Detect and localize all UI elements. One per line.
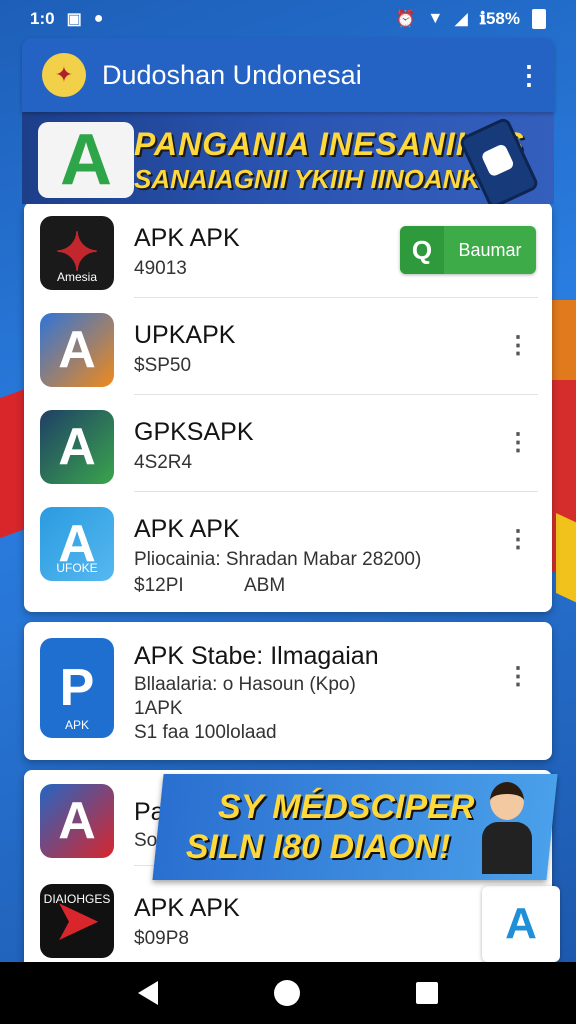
app-description: Pliocainia: Shradan Mabar 28200) [134,549,422,570]
app-name: GPKSAPK [134,418,254,446]
notification-icon: ● [93,10,104,27]
more-options-icon[interactable]: ⋮ [506,331,530,360]
background-decoration [556,513,576,607]
more-options-icon[interactable]: ⋮ [506,525,530,554]
list-item[interactable]: A GPKSAPK 4S2R4 ⋮ [24,396,552,492]
status-time: 1:0 [30,9,55,28]
apk-logo-icon[interactable]: A [482,886,560,962]
app-list-card: P APK APK Stabe: Ilmagaian Bllaalaria: o … [24,622,552,760]
app-icon: A [40,313,114,387]
promo-banner[interactable]: A PANGANIA INESANIKES SANAIAGNII YKIIH I… [22,112,554,204]
app-icon: ✦ Amesia [40,216,114,290]
signal-icon: ◢ [455,11,468,28]
app-meta: S1 faa 100lolaad [134,722,277,743]
image-icon: ▣ [66,11,82,28]
person-illustration-icon [482,782,532,874]
alarm-icon: ⏰ [395,11,416,28]
promo-headline: SY MÉDSCIPER [218,788,475,826]
app-description: Bllaalaria: o Hasoun (Kpo) [134,674,356,695]
install-button[interactable]: Q Baumar [400,226,536,274]
recent-apps-icon[interactable] [416,982,438,1004]
app-icon: ➤ DIAIOHGES [40,884,114,958]
app-meta: 49013 [134,258,187,279]
navigation-bar [0,962,576,1024]
battery-percent: ℹ58% [479,9,520,28]
back-icon[interactable] [138,981,158,1005]
app-name: APK Stabe: Ilmagaian [134,642,379,670]
app-name: APK APK [134,515,240,543]
app-name: UPKAPK [134,321,236,349]
app-meta: 4S2R4 [134,452,193,473]
garuda-logo-icon: ✦ [42,53,86,97]
banner-subheadline: SANAIAGNII YKIIH IINOANKI! [134,164,497,194]
list-item[interactable]: A UPKAPK $SP50 ⋮ [24,299,552,395]
app-icon: A [40,410,114,484]
home-icon[interactable] [274,980,300,1006]
list-item[interactable]: P APK APK Stabe: Ilmagaian Bllaalaria: o … [24,622,552,760]
app-meta: $09P8 [134,928,189,949]
more-options-icon[interactable]: ⋮ [506,428,530,457]
app-bar: ✦ Dudoshan Undonesai ⋮ [22,38,554,112]
status-bar: 1:0 ▣ ● ⏰ ▼ ◢ ℹ58% [0,0,576,38]
app-name: APK APK [134,224,240,252]
app-meta: $12PI [134,575,184,596]
list-item[interactable]: A UFOKE APK APK Pliocainia: Shradan Mabar… [24,493,552,612]
app-title: Dudoshan Undonesai [102,59,362,90]
list-item[interactable]: ➤ DIAIOHGES APK APK $09P8 [24,870,552,966]
wifi-icon: ▼ [427,10,444,27]
promo-subheadline: SILN I80 DIAON! [185,828,451,866]
app-list-card: ✦ Amesia APK APK 49013 Q Baumar A UPKAPK … [24,202,552,612]
background-decoration [550,300,576,380]
app-meta: ABM [244,575,286,596]
overflow-menu-icon[interactable]: ⋮ [504,60,554,91]
search-icon: Q [400,226,444,274]
promo-overlay[interactable]: SY MÉDSCIPER SILN I80 DIAON! [152,774,558,880]
app-icon: A [40,784,114,858]
app-meta: $SP50 [134,355,192,376]
app-meta: 1APK [134,698,183,719]
list-item[interactable]: ✦ Amesia APK APK 49013 Q Baumar [24,202,552,298]
more-options-icon[interactable]: ⋮ [506,662,530,691]
apk-logo-icon: A [38,120,134,200]
app-name: APK APK [134,894,240,922]
app-icon: A UFOKE [40,507,114,581]
battery-icon [532,9,546,29]
app-icon: P APK [40,638,114,738]
